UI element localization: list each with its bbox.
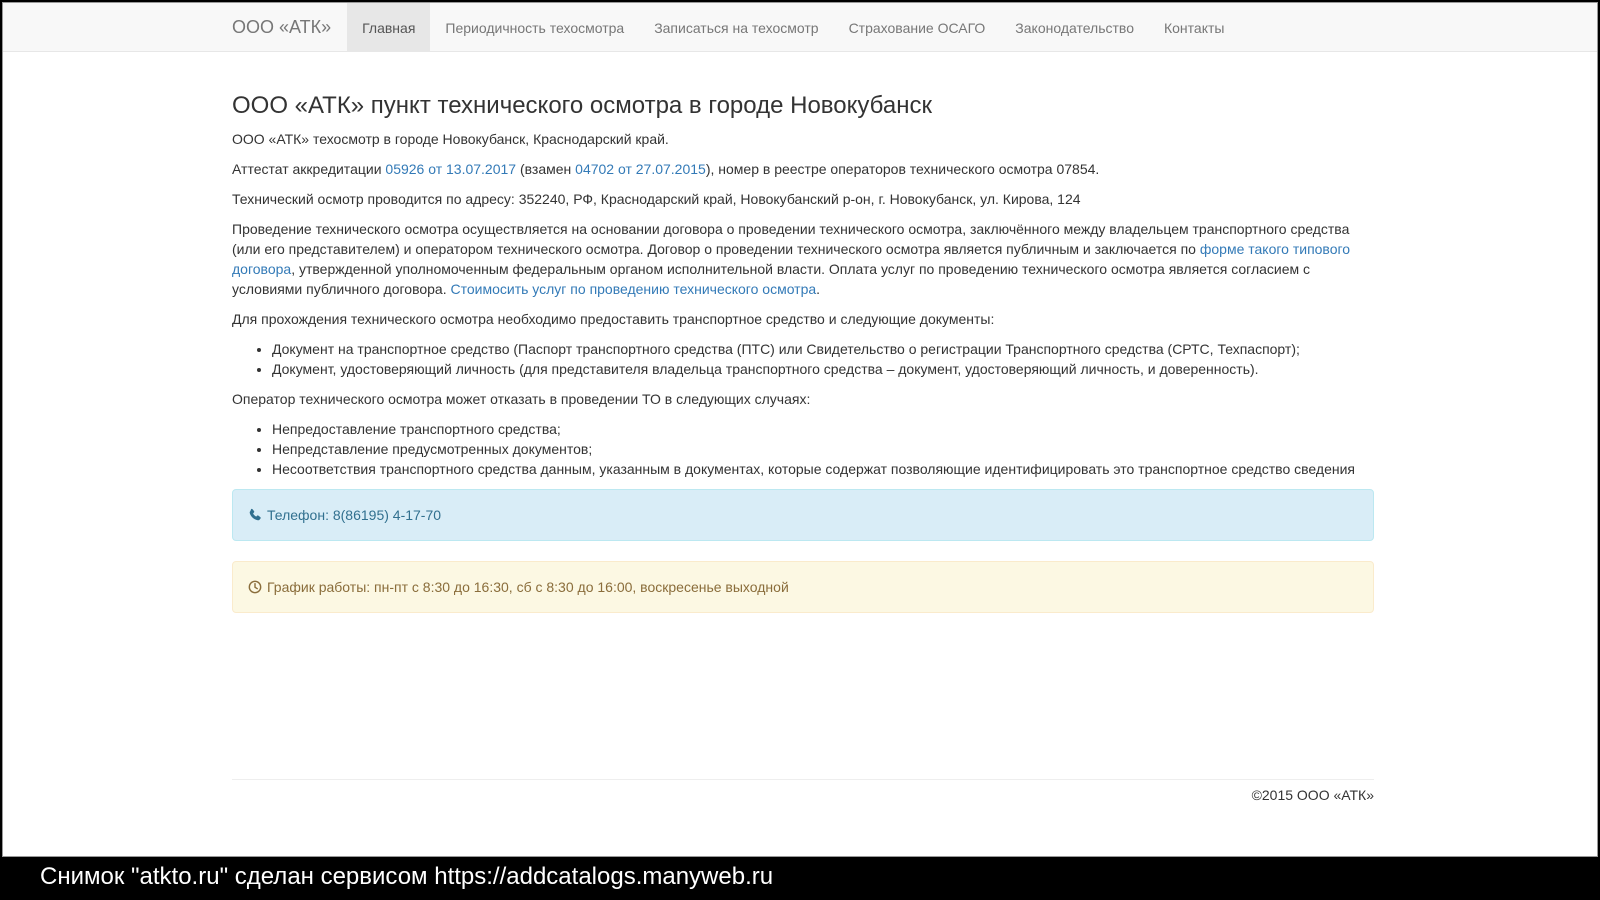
accreditation-paragraph: Аттестат аккредитации 05926 от 13.07.201… bbox=[232, 159, 1374, 179]
schedule-text: График работы: пн-пт с 8:30 до 16:30, сб… bbox=[267, 579, 789, 595]
footer: ©2015 ООО «АТК» bbox=[232, 779, 1374, 803]
page-title: ООО «АТК» пункт технического осмотра в г… bbox=[232, 92, 932, 119]
accreditation-middle: (взамен bbox=[516, 161, 576, 177]
documents-list: Документ на транспортное средство (Паспо… bbox=[232, 339, 1374, 379]
accreditation-link[interactable]: 05926 от 13.07.2017 bbox=[385, 161, 516, 177]
previous-accreditation-link[interactable]: 04702 от 27.07.2015 bbox=[575, 161, 706, 177]
list-item: Несоответствия транспортного средства да… bbox=[272, 459, 1374, 479]
list-item: Непредоставление транспортного средства; bbox=[272, 419, 1374, 439]
schedule-alert: График работы: пн-пт с 8:30 до 16:30, сб… bbox=[232, 561, 1374, 613]
nav-item-home[interactable]: Главная bbox=[347, 3, 431, 52]
footer-copyright: ©2015 ООО «АТК» bbox=[1251, 787, 1374, 803]
nav-item-contacts[interactable]: Контакты bbox=[1149, 3, 1239, 52]
brand-link[interactable]: ООО «АТК» bbox=[232, 3, 347, 52]
navbar: ООО «АТК» Главная Периодичность техосмот… bbox=[3, 3, 1597, 52]
nav-inner: ООО «АТК» Главная Периодичность техосмот… bbox=[232, 3, 1239, 52]
intro-text: ООО «АТК» техосмотр в городе Новокубанск… bbox=[232, 131, 669, 147]
list-item: Непредставление предусмотренных документ… bbox=[272, 439, 1374, 459]
list-item: Документ, удостоверяющий личность (для п… bbox=[272, 359, 1374, 379]
clock-icon bbox=[248, 580, 262, 594]
nav-item-legislation[interactable]: Законодательство bbox=[1000, 3, 1149, 52]
screenshot-caption: Снимок "atkto.ru" сделан сервисом https:… bbox=[40, 863, 774, 890]
phone-alert: Телефон: 8(86195) 4-17-70 bbox=[232, 489, 1374, 541]
nav-item-booking[interactable]: Записаться на техосмотр bbox=[639, 3, 833, 52]
list-item: Документ на транспортное средство (Паспо… bbox=[272, 339, 1374, 359]
service-cost-link[interactable]: Стоимосить услуг по проведению техническ… bbox=[451, 281, 817, 297]
main-content: ООО «АТК» пункт технического осмотра в г… bbox=[232, 91, 1374, 633]
accreditation-suffix: ), номер в реестре операторов техническо… bbox=[705, 161, 1100, 177]
accreditation-prefix: Аттестат аккредитации bbox=[232, 161, 386, 177]
refusals-list: Непредоставление транспортного средства;… bbox=[232, 419, 1374, 479]
phone-icon bbox=[249, 508, 261, 521]
nav-item-insurance[interactable]: Страхование ОСАГО bbox=[834, 3, 1001, 52]
refusal-intro: Оператор технического осмотра может отка… bbox=[232, 391, 811, 407]
contract-paragraph: Проведение технического осмотра осуществ… bbox=[232, 219, 1374, 299]
address-text: Технический осмотр проводится по адресу:… bbox=[232, 191, 1081, 207]
browser-page: ООО «АТК» Главная Периодичность техосмот… bbox=[2, 2, 1598, 857]
documents-intro: Для прохождения технического осмотра нео… bbox=[232, 311, 995, 327]
contract-text-1: Проведение технического осмотра осуществ… bbox=[232, 221, 1350, 257]
nav-item-periodicity[interactable]: Периодичность техосмотра bbox=[430, 3, 639, 52]
phone-text: Телефон: 8(86195) 4-17-70 bbox=[267, 507, 442, 523]
contract-text-3: . bbox=[816, 281, 821, 297]
